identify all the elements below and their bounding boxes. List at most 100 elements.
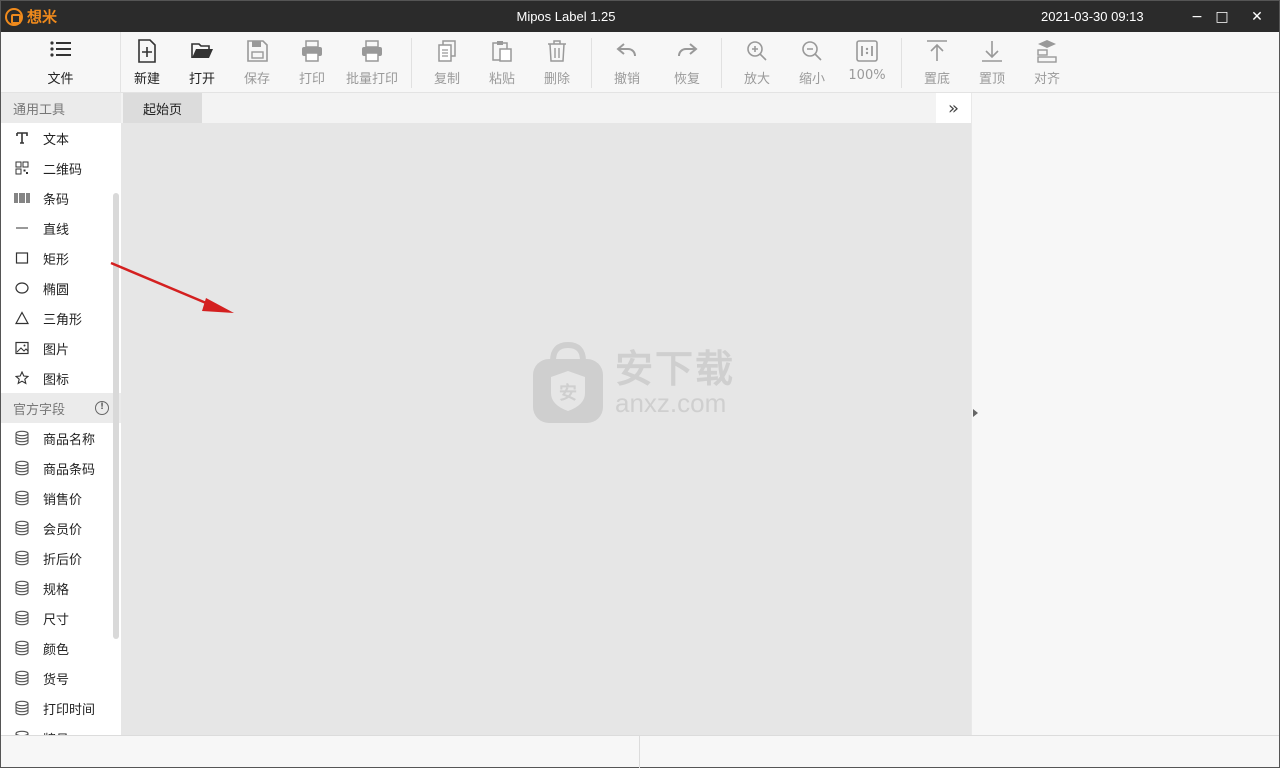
status-bar: [1, 735, 1279, 768]
zoom-in-icon: [747, 41, 767, 61]
zoom-out-button[interactable]: 缩小: [797, 32, 827, 93]
new-button[interactable]: 新建: [132, 32, 162, 93]
tool-label: 椭圆: [43, 282, 70, 298]
field-item[interactable]: 折后价: [1, 543, 121, 573]
properties-panel: [971, 93, 1279, 735]
tool-qrcode[interactable]: 二维码: [1, 153, 121, 183]
tool-ellipse[interactable]: 椭圆: [1, 273, 121, 303]
info-icon[interactable]: !: [95, 401, 109, 415]
design-canvas[interactable]: [121, 123, 971, 735]
save-label: 保存: [243, 72, 270, 87]
panel-expand-handle-icon[interactable]: [973, 409, 978, 417]
rectangle-icon: [13, 249, 31, 267]
open-button[interactable]: 打开: [187, 32, 217, 93]
open-folder-icon: [191, 43, 213, 58]
watermark-cn: 安下载: [615, 347, 736, 391]
star-icon: [13, 369, 31, 387]
field-label: 商品名称: [43, 432, 96, 448]
official-fields-title: 官方字段: [13, 402, 66, 418]
delete-label: 删除: [543, 72, 570, 87]
svg-text:安: 安: [559, 382, 577, 404]
printer-icon: [302, 40, 322, 62]
save-button[interactable]: 保存: [242, 32, 272, 93]
database-icon: [13, 429, 31, 447]
close-button[interactable]: ✕: [1241, 1, 1273, 32]
annotation-arrow-icon: [110, 261, 234, 313]
print-button[interactable]: 打印: [297, 32, 327, 93]
new-label: 新建: [133, 72, 160, 87]
barcode-icon: [13, 189, 31, 207]
field-item[interactable]: 规格: [1, 573, 121, 603]
tool-rectangle[interactable]: 矩形: [1, 243, 121, 273]
bring-to-top-button[interactable]: 置顶: [977, 32, 1007, 93]
close-icon: ✕: [1251, 8, 1263, 25]
new-file-icon: [138, 39, 156, 63]
file-menu-button[interactable]: 文件: [1, 32, 121, 93]
database-icon: [13, 579, 31, 597]
toolbar-separator: [411, 38, 412, 88]
field-item[interactable]: 货号: [1, 663, 121, 693]
toolbar-separator: [591, 38, 592, 88]
watermark-en: anxz.com: [615, 388, 727, 418]
database-icon: [13, 549, 31, 567]
field-item[interactable]: 会员价: [1, 513, 121, 543]
send-to-bottom-button[interactable]: 置底: [922, 32, 952, 93]
tool-barcode[interactable]: 条码: [1, 183, 121, 213]
logo-icon: [5, 7, 23, 26]
field-label: 打印时间: [43, 702, 96, 718]
align-button[interactable]: 对齐: [1032, 32, 1062, 93]
copy-button[interactable]: 复制: [432, 32, 462, 93]
maximize-button[interactable]: □: [1206, 1, 1238, 32]
field-label: 会员价: [43, 522, 83, 538]
field-item[interactable]: 销售价: [1, 483, 121, 513]
save-icon: [247, 40, 268, 62]
actual-size-icon: [856, 40, 878, 62]
tool-text[interactable]: 文本: [1, 123, 121, 153]
tool-label: 直线: [43, 222, 70, 238]
tool-image[interactable]: 图片: [1, 333, 121, 363]
field-label: 销售价: [43, 492, 83, 508]
field-item[interactable]: 尺寸: [1, 603, 121, 633]
tool-triangle[interactable]: 三角形: [1, 303, 121, 333]
redo-icon: [678, 43, 698, 57]
print-label: 打印: [298, 72, 325, 87]
batch-print-button[interactable]: 批量打印: [344, 32, 400, 93]
field-item[interactable]: 商品条码: [1, 453, 121, 483]
database-icon: [13, 699, 31, 717]
app-logo: 想米: [1, 6, 201, 27]
field-label: 规格: [43, 582, 70, 598]
field-label: 折后价: [43, 552, 83, 568]
watermark-text: 安下载 anxz.com: [615, 349, 735, 417]
zoom-in-button[interactable]: 放大: [742, 32, 772, 93]
tab-label: 起始页: [142, 102, 182, 118]
collapse-panel-button[interactable]: »: [936, 93, 971, 123]
triangle-icon: [13, 309, 31, 327]
copy-label: 复制: [433, 72, 460, 87]
tool-icon[interactable]: 图标: [1, 363, 121, 393]
batch-print-label: 批量打印: [345, 72, 398, 87]
double-chevron-right-icon: »: [947, 97, 959, 119]
delete-button[interactable]: 删除: [542, 32, 572, 93]
field-item[interactable]: 牌号: [1, 723, 121, 735]
line-icon: [13, 219, 31, 237]
field-item[interactable]: 打印时间: [1, 693, 121, 723]
database-icon: [13, 609, 31, 627]
field-item[interactable]: 颜色: [1, 633, 121, 663]
field-label: 商品条码: [43, 462, 96, 478]
menu-icon: [49, 41, 71, 57]
tool-label: 文本: [43, 132, 70, 148]
tools-panel: 通用工具 文本 二维码 条码 直线 矩形 椭圆 三角形 图片 图标 官方字段 !…: [1, 93, 121, 735]
minimize-icon: −: [1191, 8, 1203, 25]
paste-button[interactable]: 粘贴: [487, 32, 517, 93]
tool-line[interactable]: 直线: [1, 213, 121, 243]
undo-button[interactable]: 撤销: [612, 32, 642, 93]
tab-start-page[interactable]: 起始页: [123, 93, 202, 123]
zoom-out-icon: [802, 41, 822, 61]
tool-label: 条码: [43, 192, 70, 208]
field-item[interactable]: 商品名称: [1, 423, 121, 453]
image-icon: [13, 339, 31, 357]
redo-button[interactable]: 恢复: [672, 32, 702, 93]
actual-size-button[interactable]: 100%: [847, 32, 887, 93]
zoom-out-label: 缩小: [798, 72, 825, 87]
zoom-in-label: 放大: [743, 72, 770, 87]
